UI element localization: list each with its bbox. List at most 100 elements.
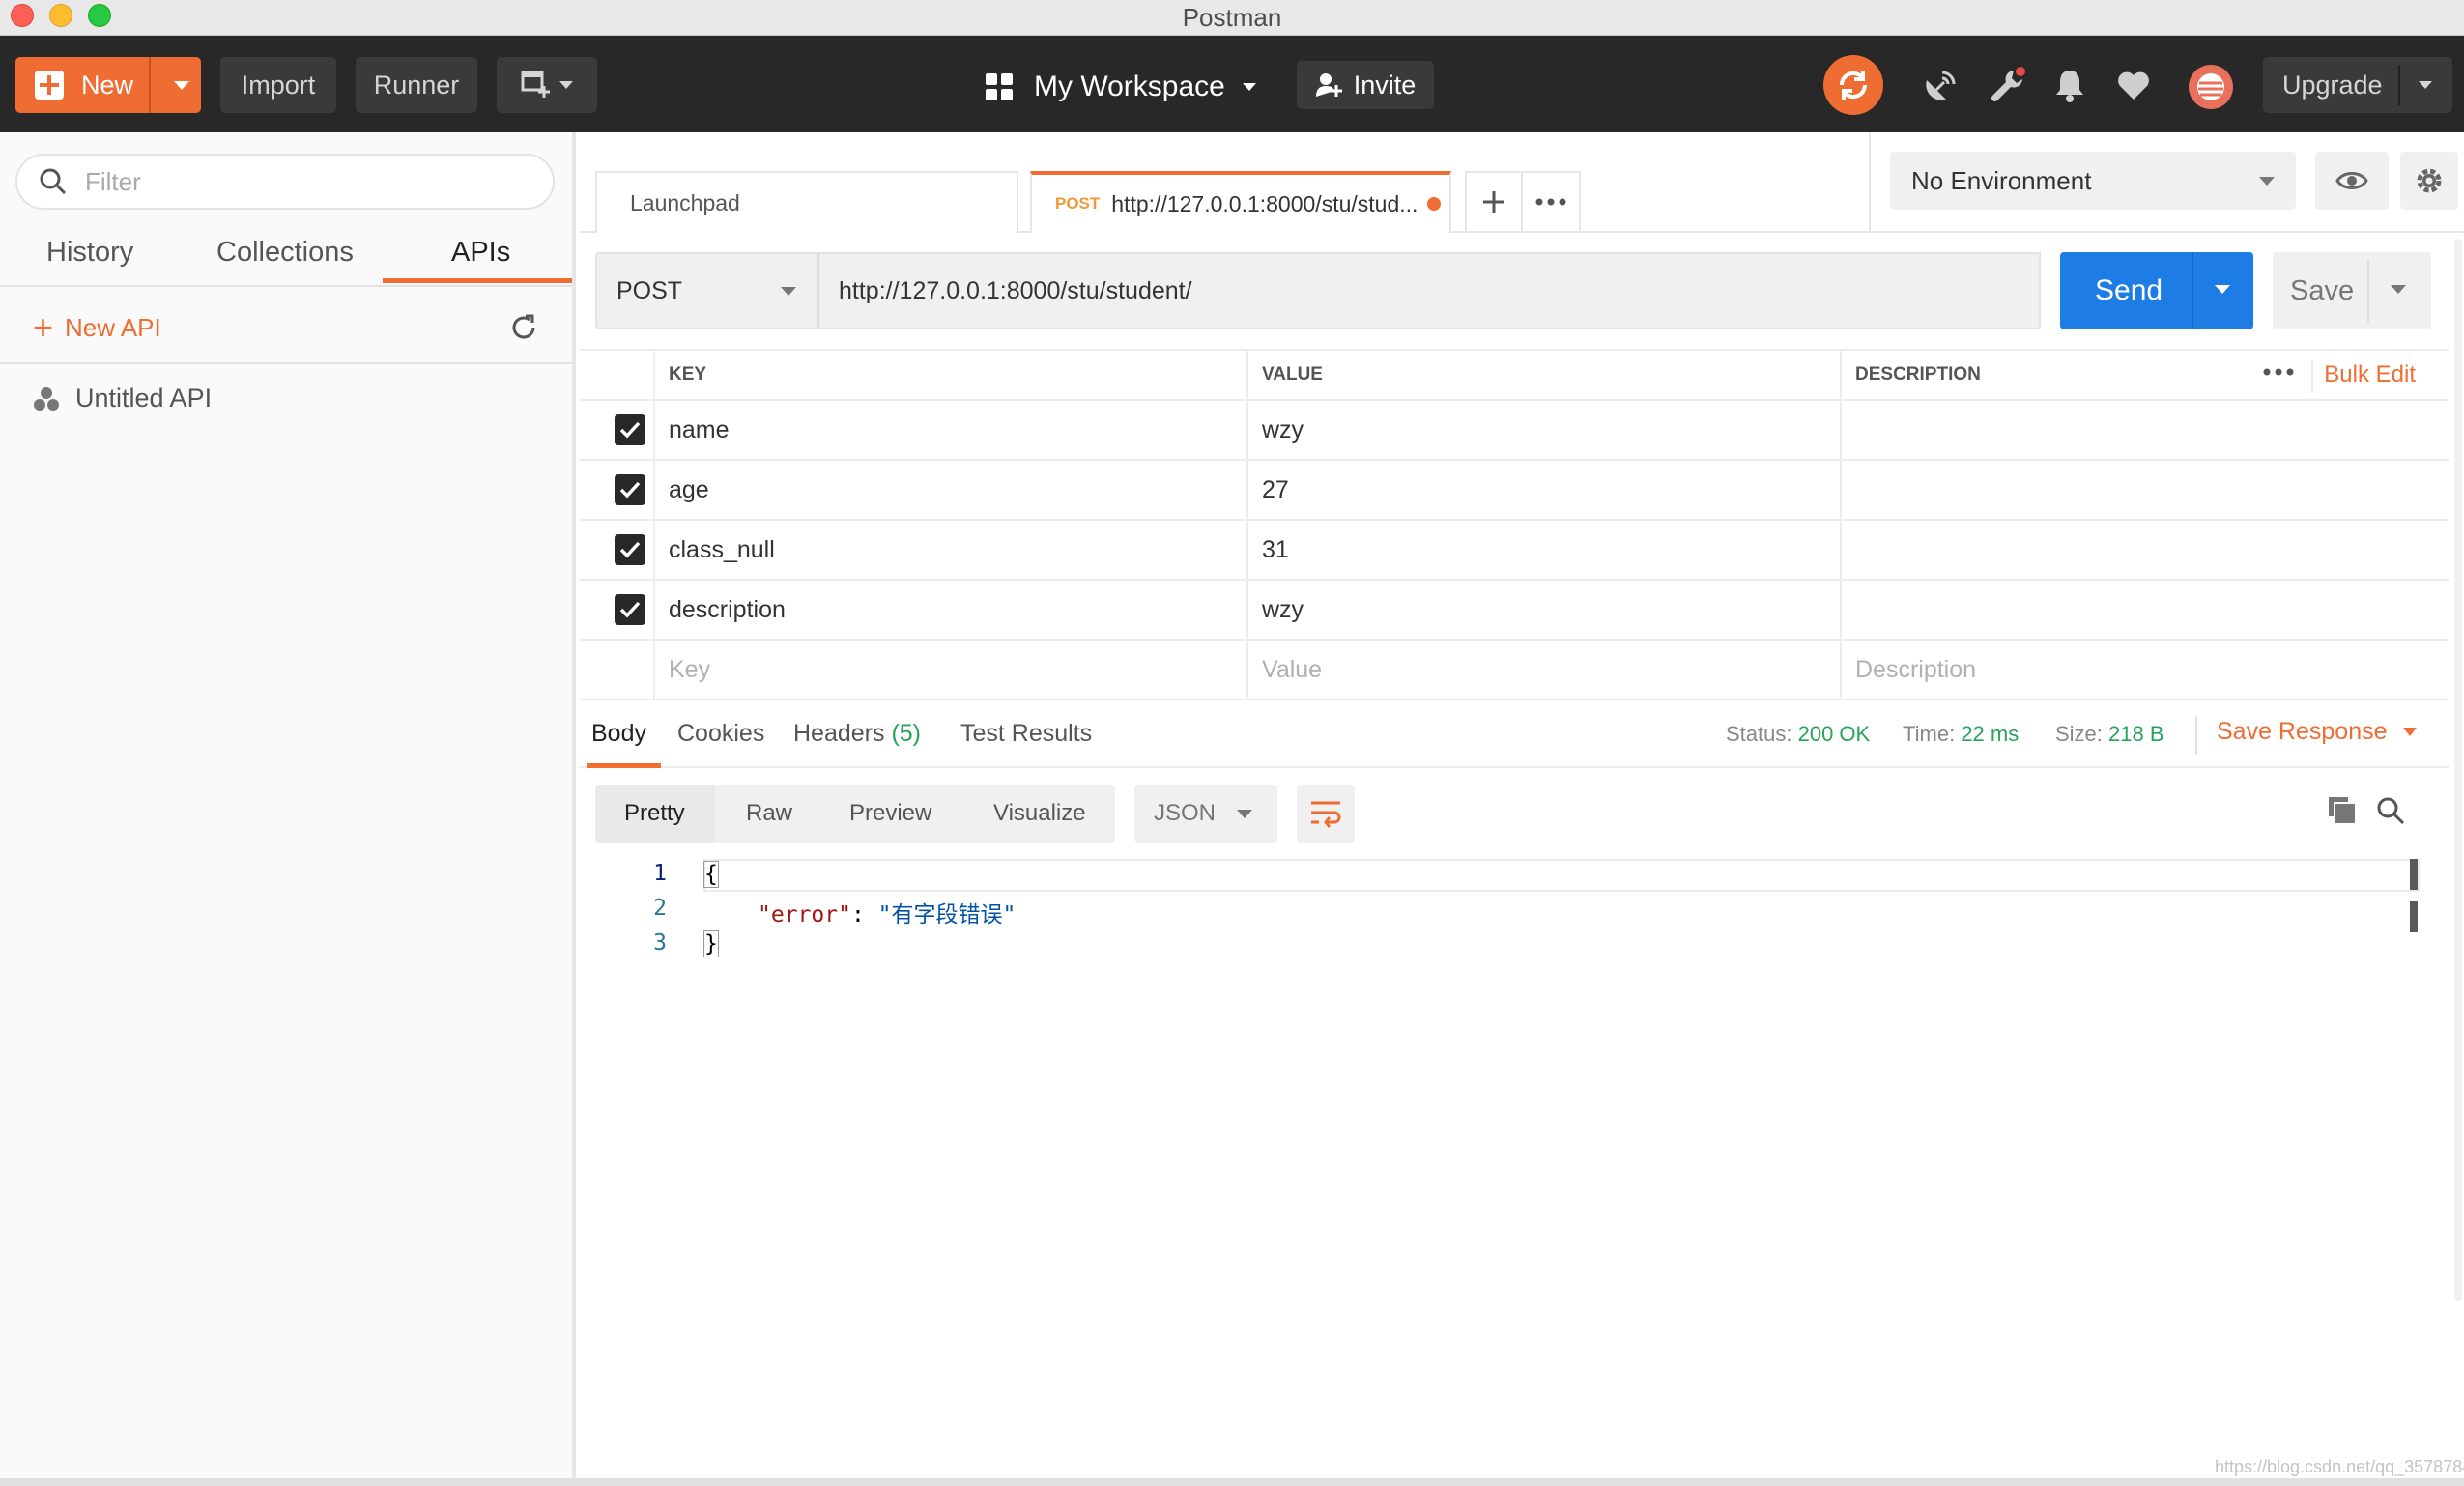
row-description[interactable]: [1840, 581, 2449, 639]
tab-post-request[interactable]: POST http://127.0.0.1:8000/stu/stud...: [1030, 171, 1451, 233]
row-description[interactable]: [1840, 461, 2449, 519]
format-visualize-button[interactable]: Visualize: [993, 800, 1086, 827]
check-icon: [619, 421, 641, 439]
tab-response-headers[interactable]: Headers (5): [793, 720, 921, 748]
table-row: age 27: [580, 461, 2449, 521]
chevron-down-icon: [1242, 83, 1256, 91]
check-icon: [619, 481, 641, 499]
format-pretty-button[interactable]: Pretty: [624, 800, 685, 827]
row-value[interactable]: 27: [1246, 461, 1840, 519]
format-preview-button[interactable]: Preview: [849, 800, 931, 827]
save-label: Save: [2290, 274, 2355, 306]
environment-area: No Environment: [1869, 132, 2464, 233]
new-button[interactable]: New: [15, 57, 201, 113]
scrollbar-marker: [2410, 859, 2418, 890]
tab-method-badge: POST: [1055, 194, 1101, 213]
wrap-lines-button[interactable]: [1297, 785, 1355, 843]
row-checkbox[interactable]: [615, 414, 645, 445]
chevron-down-icon: [1237, 810, 1252, 818]
send-dropdown-caret-icon[interactable]: [2215, 285, 2230, 294]
more-icon: [1535, 198, 1566, 206]
heart-icon[interactable]: [2114, 67, 2153, 105]
tab-response-body[interactable]: Body: [591, 720, 646, 748]
workspace-switcher[interactable]: My Workspace: [986, 68, 1256, 106]
tab-launchpad[interactable]: Launchpad: [595, 171, 1018, 233]
row-checkbox[interactable]: [615, 534, 645, 565]
new-tab-button[interactable]: [1467, 173, 1524, 231]
response-body-editor[interactable]: 1 2 3 { "error": "有字段错误" }: [580, 859, 2449, 1477]
search-icon[interactable]: [2375, 795, 2406, 826]
chevron-down-icon: [559, 81, 573, 89]
watermark: https://blog.csdn.net/qq_3578784: [2215, 1457, 2464, 1476]
response-bar: Body Cookies Headers (5) Test Results St…: [580, 702, 2449, 768]
more-icon[interactable]: [2263, 368, 2294, 376]
save-response-button[interactable]: Save Response: [2217, 718, 2417, 746]
method-select[interactable]: POST: [595, 252, 819, 329]
filter-input[interactable]: Filter: [15, 154, 555, 210]
avatar[interactable]: [2188, 64, 2234, 110]
tab-response-cookies[interactable]: Cookies: [677, 720, 764, 748]
row-description[interactable]: [1840, 401, 2449, 459]
row-key[interactable]: description: [653, 581, 1246, 639]
plus-box-icon: [35, 71, 64, 100]
tab-collections[interactable]: Collections: [216, 237, 354, 269]
copy-icon[interactable]: [2327, 795, 2358, 826]
status-value: 200 OK: [1797, 722, 1871, 746]
code-line: {: [703, 861, 719, 888]
row-checkbox[interactable]: [615, 594, 645, 625]
gear-icon: [2417, 168, 2442, 193]
row-key[interactable]: name: [653, 401, 1246, 459]
row-description[interactable]: [1840, 521, 2449, 579]
new-description-input[interactable]: Description: [1840, 641, 2449, 699]
method-label: POST: [616, 276, 683, 304]
tab-history[interactable]: History: [46, 237, 133, 269]
check-icon: [619, 601, 641, 618]
row-checkbox[interactable]: [615, 474, 645, 505]
refresh-icon[interactable]: [508, 312, 539, 343]
tab-apis[interactable]: APIs: [451, 237, 510, 269]
main-scrollbar[interactable]: [2454, 239, 2462, 1301]
tab-response-headers-label: Headers: [793, 720, 885, 747]
sync-status-icon[interactable]: [1823, 55, 1883, 115]
chevron-down-icon[interactable]: [2419, 81, 2432, 89]
bell-icon[interactable]: [2050, 67, 2089, 105]
environment-quick-look-button[interactable]: [2315, 152, 2389, 210]
filter-placeholder: Filter: [85, 166, 141, 196]
tab-more-button[interactable]: [1523, 173, 1579, 231]
row-key[interactable]: age: [653, 461, 1246, 519]
main-panel: Launchpad POST http://127.0.0.1:8000/stu…: [580, 132, 2464, 1478]
language-select[interactable]: JSON: [1134, 785, 1277, 843]
import-button[interactable]: Import: [220, 57, 336, 113]
tab-test-results[interactable]: Test Results: [960, 720, 1092, 748]
response-size: Size: 218 B: [2055, 722, 2164, 747]
format-raw-button[interactable]: Raw: [746, 800, 792, 827]
runner-button[interactable]: Runner: [356, 57, 477, 113]
bulk-edit-link[interactable]: Bulk Edit: [2324, 361, 2416, 388]
environment-settings-button[interactable]: [2400, 152, 2458, 210]
row-value[interactable]: 31: [1246, 521, 1840, 579]
row-value[interactable]: wzy: [1246, 581, 1840, 639]
new-value-input[interactable]: Value: [1246, 641, 1840, 699]
send-button[interactable]: Send: [2060, 252, 2253, 329]
new-key-input[interactable]: Key: [653, 641, 1246, 699]
upgrade-button[interactable]: Upgrade: [2263, 57, 2452, 113]
tab-launchpad-label: Launchpad: [630, 189, 740, 215]
satellite-icon[interactable]: [1921, 67, 1960, 105]
row-key[interactable]: class_null: [653, 521, 1246, 579]
new-window-button[interactable]: [497, 57, 597, 113]
url-input[interactable]: http://127.0.0.1:8000/stu/student/: [817, 252, 2041, 329]
invite-button[interactable]: Invite: [1297, 61, 1434, 109]
save-dropdown-caret-icon[interactable]: [2391, 285, 2406, 294]
size-value: 218 B: [2108, 722, 2164, 746]
status-label: Status:: [1726, 722, 1792, 746]
new-dropdown-caret-icon[interactable]: [174, 81, 189, 90]
sidebar-item-untitled-api[interactable]: Untitled API: [33, 384, 212, 414]
table-row: class_null 31: [580, 521, 2449, 581]
table-header-row: KEY VALUE DESCRIPTION Bulk Edit: [580, 349, 2449, 401]
environment-select[interactable]: No Environment: [1890, 152, 2296, 210]
save-button[interactable]: Save: [2273, 252, 2431, 329]
wrench-icon[interactable]: [1989, 67, 2027, 105]
new-api-button[interactable]: + New API: [33, 310, 161, 345]
column-header-value: VALUE: [1246, 351, 1840, 399]
row-value[interactable]: wzy: [1246, 401, 1840, 459]
